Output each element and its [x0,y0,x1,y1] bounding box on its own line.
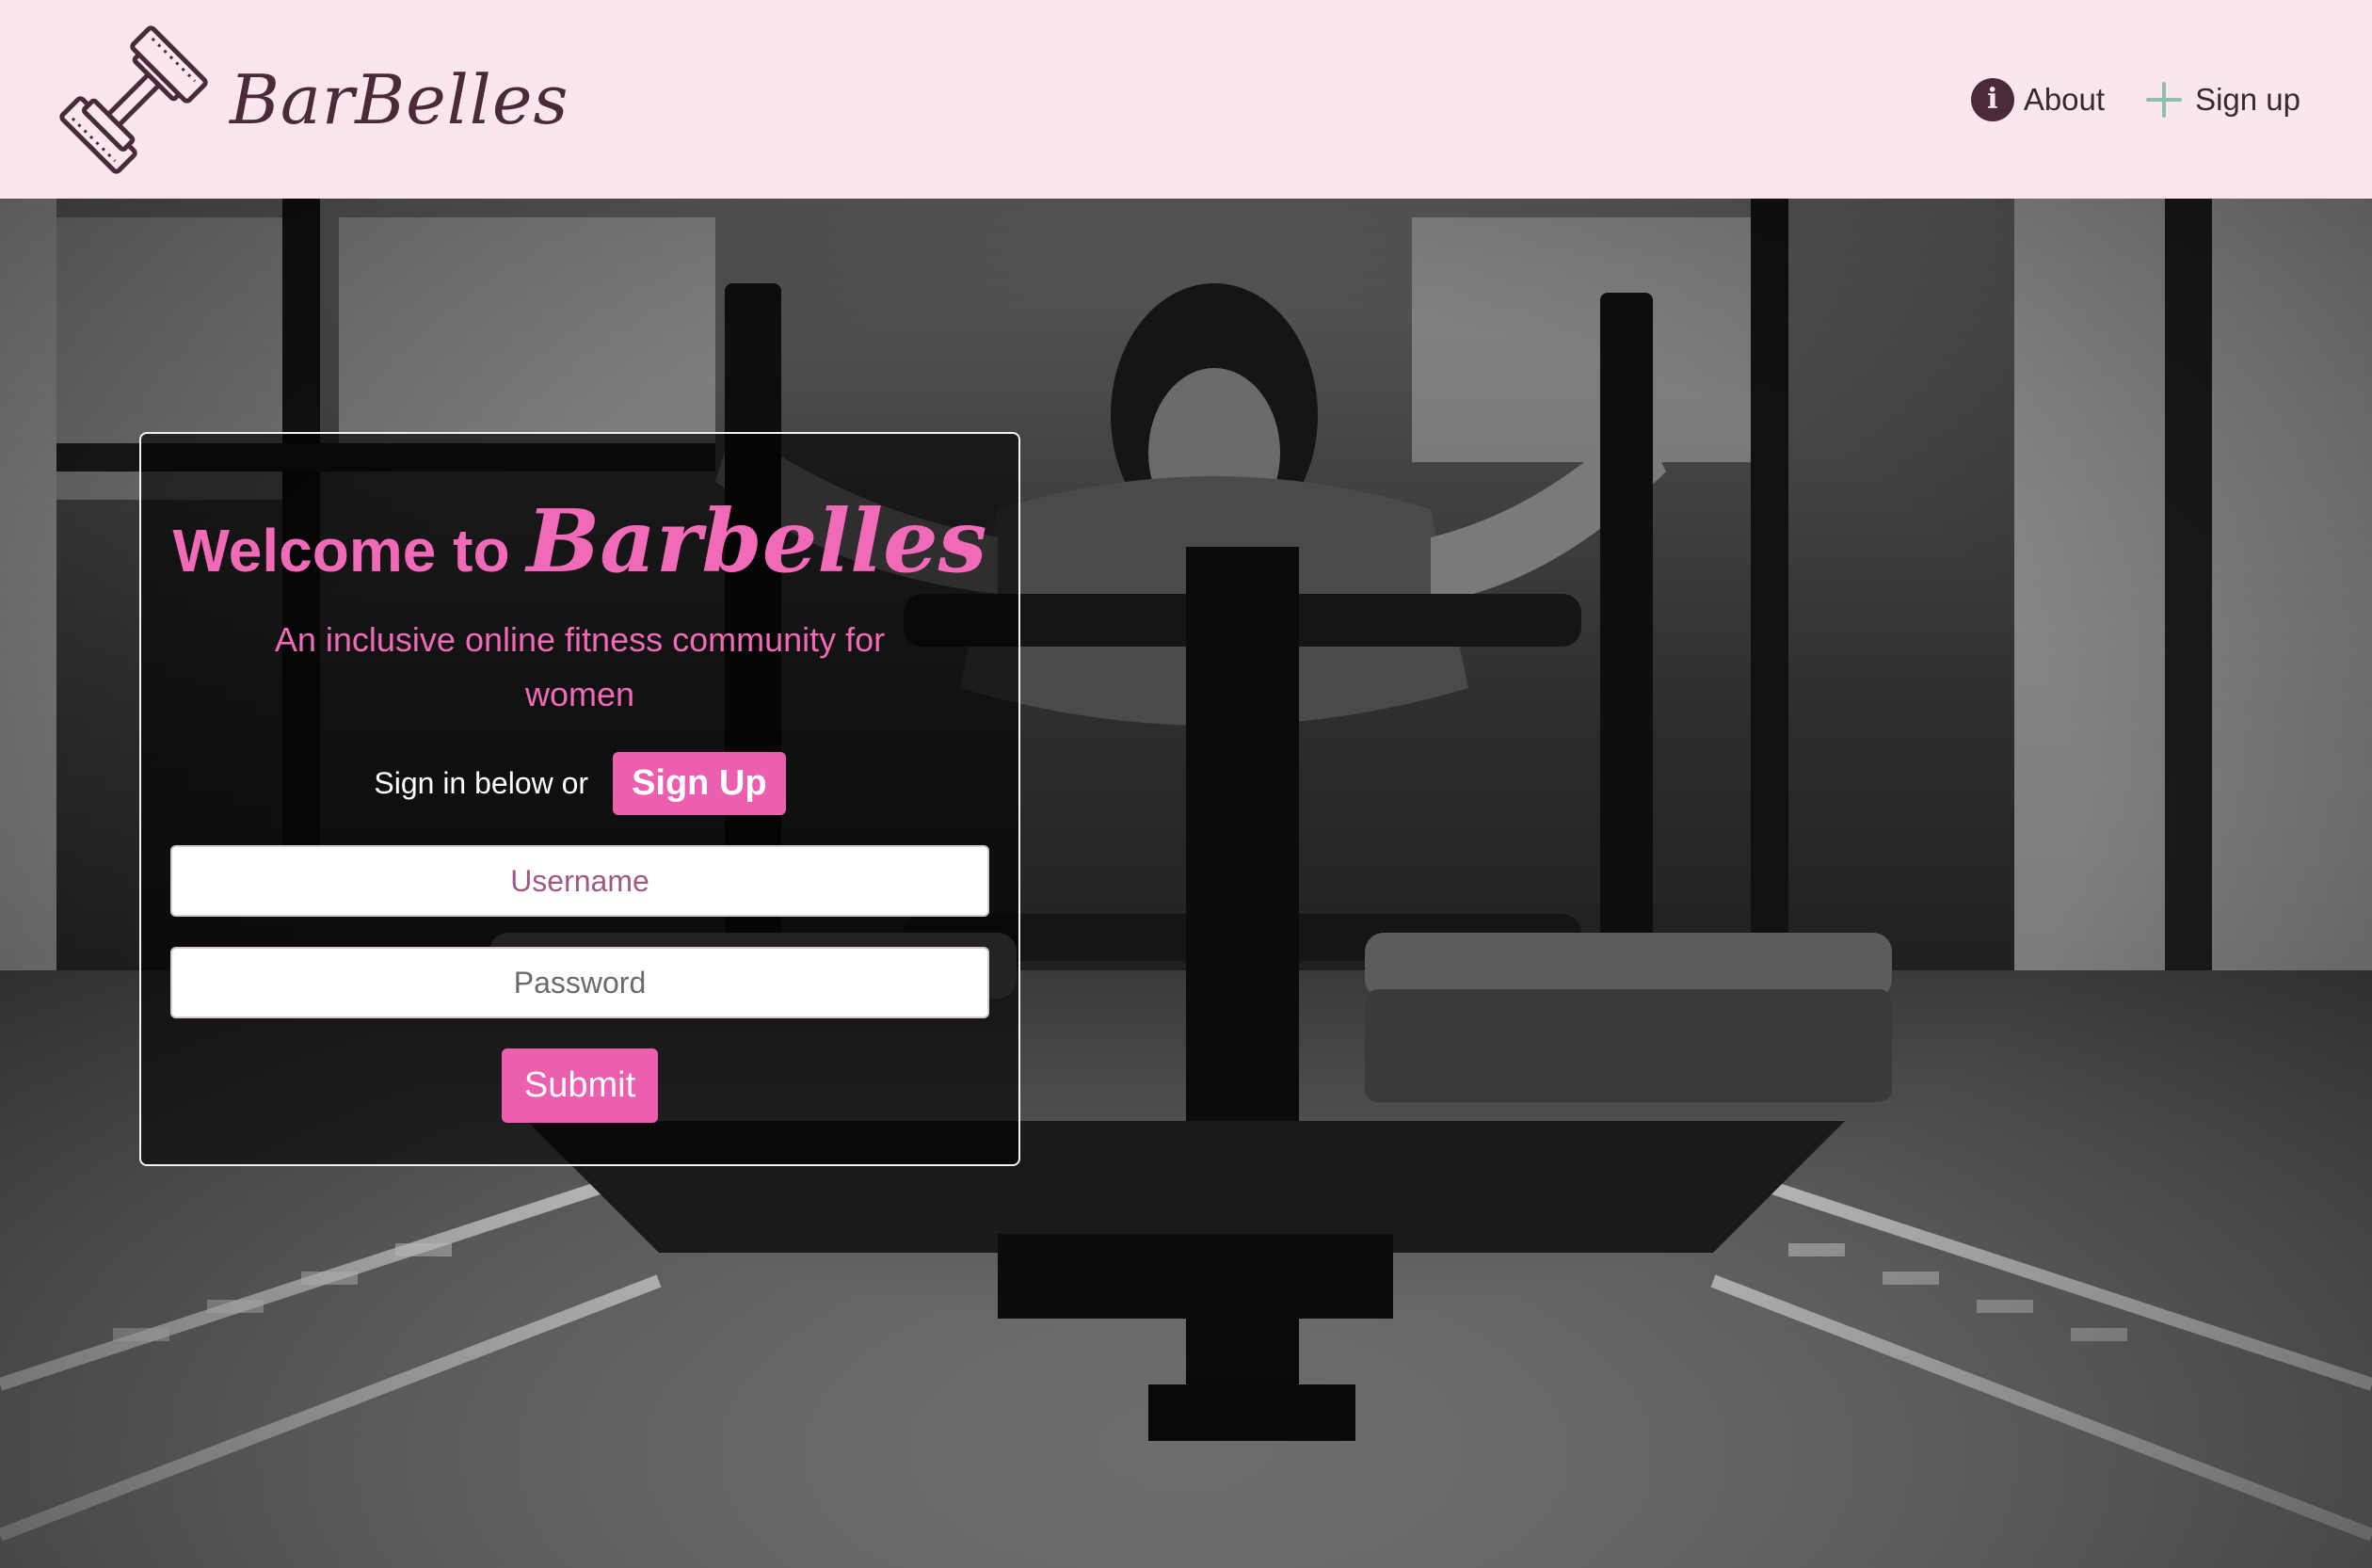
tagline: An inclusive online fitness community fo… [274,620,886,713]
barbell-logo-icon [56,23,211,177]
plus-icon [2142,78,2186,121]
signup-row: Sign in below or Sign Up [374,752,786,815]
login-panel: Welcome to Barbelles An inclusive online… [139,432,1020,1166]
nav-about-link[interactable]: i About [1970,77,2106,121]
signin-text: Sign in below or [374,766,589,800]
nav-signup-link[interactable]: Sign up [2142,78,2300,121]
nav-links: i About Sign up [1970,77,2300,121]
password-input[interactable] [170,947,989,1018]
welcome-lead: Welcome to [172,517,510,584]
nav-signup-label: Sign up [2195,81,2300,117]
brand-link[interactable]: BarBelles [56,23,569,177]
username-input[interactable] [170,845,989,917]
signup-button[interactable]: Sign Up [613,752,786,815]
welcome-brand: Barbelles [526,490,987,592]
submit-button[interactable]: Submit [501,1048,659,1123]
brand-name: BarBelles [230,59,569,139]
nav-about-label: About [2023,81,2106,117]
navbar: BarBelles i About Sign up [0,0,2372,199]
welcome-heading: Welcome to Barbelles [173,490,987,592]
info-icon: i [1970,77,2014,121]
